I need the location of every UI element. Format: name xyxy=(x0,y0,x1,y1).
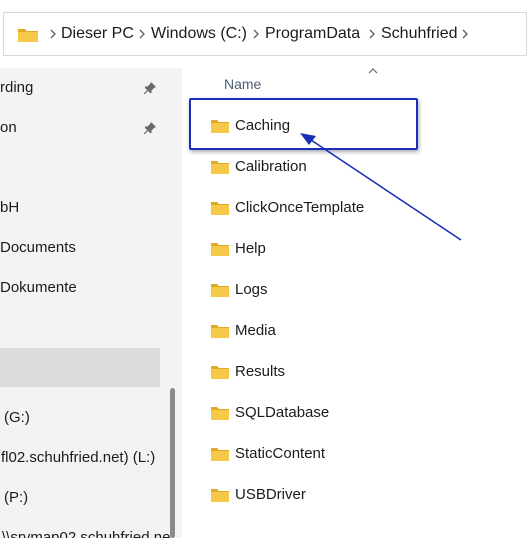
chevron-right-icon xyxy=(369,29,375,39)
list-item[interactable]: Help xyxy=(208,231,508,267)
chevron-right-icon[interactable] xyxy=(459,28,471,40)
list-item[interactable]: Logs xyxy=(208,272,508,308)
folder-name: StaticContent xyxy=(235,445,326,462)
column-header-name[interactable]: Name xyxy=(224,76,261,92)
nav-item-quick-access-2[interactable]: on xyxy=(0,108,160,148)
chevron-right-icon xyxy=(253,29,259,39)
folder-icon xyxy=(211,407,229,420)
folder-icon xyxy=(211,366,229,379)
nav-item-drive-p[interactable]: (P:) xyxy=(0,478,160,518)
pin-icon xyxy=(143,82,156,95)
folder-name: Results xyxy=(235,363,286,380)
nav-item-label: (P:) xyxy=(4,489,29,506)
nav-item-gmbh[interactable]: bH xyxy=(0,188,160,228)
list-item[interactable]: Results xyxy=(208,354,508,390)
folder-icon xyxy=(211,202,229,215)
breadcrumb-dieser-pc[interactable]: Dieser PC xyxy=(61,24,134,44)
nav-item-label: Documents xyxy=(0,239,76,256)
pin-icon xyxy=(143,122,156,135)
nav-item-quick-access-1[interactable]: rding xyxy=(0,68,160,108)
nav-item-network-share[interactable]: \\srvmap02.schuhfried.ne xyxy=(0,518,170,538)
nav-item-label: rding xyxy=(0,79,34,96)
chevron-right-icon xyxy=(50,29,56,39)
nav-item-label: bH xyxy=(0,199,20,216)
list-item[interactable]: Media xyxy=(208,313,508,349)
folder-name: Media xyxy=(235,322,276,339)
sort-ascending-icon xyxy=(368,68,378,74)
folder-name: Logs xyxy=(235,281,268,298)
list-item[interactable]: USBDriver xyxy=(208,477,508,513)
folder-icon xyxy=(211,284,229,297)
folder-icon xyxy=(211,325,229,338)
folder-icon xyxy=(211,448,229,461)
list-item[interactable]: ClickOnceTemplate xyxy=(208,190,508,226)
folder-name: ClickOnceTemplate xyxy=(235,199,365,216)
breadcrumb-windows-c[interactable]: Windows (C:) xyxy=(151,24,247,44)
folder-name: SQLDatabase xyxy=(235,404,330,421)
nav-item-label: fl02.schuhfried.net) (L:) xyxy=(1,449,156,466)
folder-icon xyxy=(211,243,229,256)
nav-item-documents[interactable]: Documents xyxy=(0,228,160,268)
breadcrumb-programdata[interactable]: ProgramData xyxy=(265,24,360,44)
navigation-pane: rding on bH Documents Dokumente (G:) fl0… xyxy=(0,68,182,538)
chevron-right-icon xyxy=(139,29,145,39)
nav-item-dokumente[interactable]: Dokumente xyxy=(0,268,160,308)
nav-item-selected[interactable] xyxy=(0,348,160,387)
nav-item-drive-l[interactable]: fl02.schuhfried.net) (L:) xyxy=(0,438,160,478)
breadcrumb-schuhfried[interactable]: Schuhfried xyxy=(381,24,458,44)
nav-item-label: \\srvmap02.schuhfried.ne xyxy=(2,529,171,538)
folder-name: Help xyxy=(235,240,266,257)
folder-name: Calibration xyxy=(235,158,307,175)
folder-icon xyxy=(18,29,38,42)
nav-item-label: (G:) xyxy=(4,409,30,426)
folder-name: USBDriver xyxy=(235,486,306,503)
annotation-highlight-box xyxy=(189,98,418,150)
list-item[interactable]: Calibration xyxy=(208,149,508,185)
address-bar[interactable]: Dieser PC Windows (C:) ProgramData Schuh… xyxy=(3,12,527,56)
nav-scrollbar[interactable] xyxy=(170,388,175,538)
list-item[interactable]: StaticContent xyxy=(208,436,508,472)
nav-item-drive-g[interactable]: (G:) xyxy=(0,398,160,438)
nav-item-label: Dokumente xyxy=(0,279,77,296)
folder-icon xyxy=(211,489,229,502)
nav-item-label: on xyxy=(0,119,17,136)
folder-icon xyxy=(211,161,229,174)
list-item[interactable]: SQLDatabase xyxy=(208,395,508,431)
